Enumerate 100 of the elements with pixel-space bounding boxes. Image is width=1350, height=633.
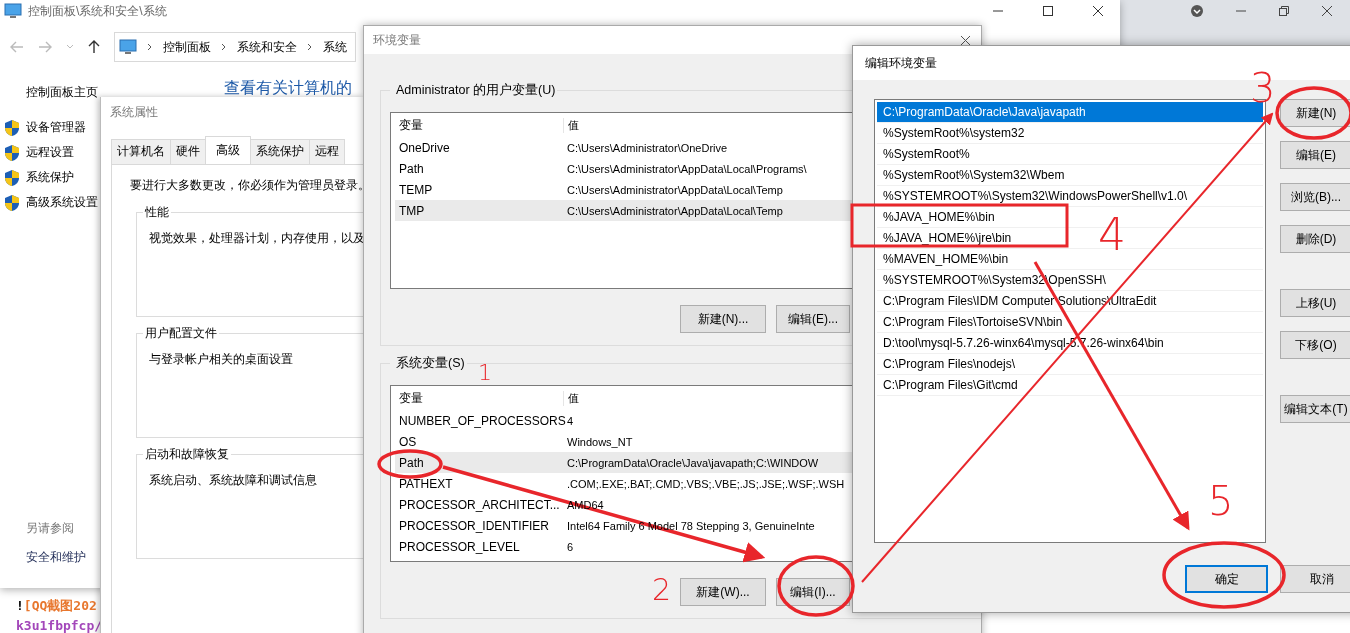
code-text: ! [16,598,24,613]
table-row[interactable]: OS Windows_NT [395,431,854,452]
shield-icon [4,118,20,137]
chevron-icon [307,43,313,51]
tab[interactable]: 硬件 [170,139,206,164]
sidebar-link[interactable]: 控制面板主页 [4,84,98,101]
close-icon[interactable] [960,34,971,46]
sidebar-link[interactable]: 远程设置 [26,144,74,161]
dialog-button[interactable]: 新建(W)... [680,578,766,606]
variable-name: Path [398,161,425,176]
dialog-button[interactable]: 删除(D) [1280,225,1350,253]
column-header: 变量 [398,116,424,134]
dialog-button[interactable]: 新建(N)... [680,305,766,333]
chevron-icon [147,43,153,51]
dialog-button[interactable]: 编辑文本(T) [1280,395,1350,423]
address-bar[interactable]: 控制面板 系统和安全 系统 [114,32,356,62]
variable-value: C:\Users\Administrator\AppData\Local\Temp [566,204,783,217]
group-title: 用户配置文件 [143,325,219,342]
column-header: 值 [563,390,579,406]
window-title: 环境变量 [373,31,421,49]
sidebar-link[interactable]: 安全和维护 [4,549,98,566]
table-row[interactable]: NUMBER_OF_PROCESSORS4 [395,410,854,431]
dialog-button[interactable]: 编辑(E)... [776,305,850,333]
computer-icon [4,3,22,19]
sidebar-link[interactable]: 设备管理器 [26,119,86,136]
step-number: 2 [652,572,672,607]
variable-value: C:\ProgramData\Oracle\Java\javapath;C:\WINDOW [566,456,819,469]
variable-name: TMP [398,203,426,218]
path-entry[interactable]: C:\Program Files\TortoiseSVN\bin [877,312,1263,333]
path-entry[interactable]: %MAVEN_HOME%\bin [877,249,1263,270]
chevron-icon [221,43,227,51]
sidebar-link[interactable]: 高级系统设置 [26,194,98,211]
group-description: 视觉效果，处理器计划，内存使用，以及 [149,231,365,246]
path-entry[interactable]: C:\ProgramData\Oracle\Java\javapath [877,102,1263,123]
maximize-icon[interactable] [1042,5,1054,17]
variable-name: TEMP [398,182,434,197]
table-row[interactable]: PATHEXT .COM;.EXE;.BAT;.CMD;.VBS;.VBE;.JS;.JSE;.WSF;.WSH [395,473,854,494]
window-title: 编辑环境变量 [865,54,937,72]
group-description: 系统启动、系统故障和调试信息 [149,473,318,488]
group-title: 启动和故障恢复 [143,446,231,463]
window-title: 系统属性 [110,103,158,121]
tab[interactable]: 远程 [309,139,345,164]
variable-value: Windows_NT [566,435,633,448]
dialog-button[interactable]: 浏览(B)... [1280,183,1350,211]
variable-name: PROCESSOR_LEVEL [398,539,521,554]
group-title: Administrator 的用户变量(U) [390,82,558,99]
group-title: 系统变量(S) [390,355,467,372]
variable-name: PATHEXT [398,476,454,491]
column-header: 变量 [398,389,424,407]
variable-value: C:\Users\Administrator\AppData\Local\Temp [566,183,783,196]
table-row[interactable]: Path C:\Users\Administrator\AppData\Local\Programs\ [395,158,854,179]
table-row[interactable]: Path C:\ProgramData\Oracle\Java\javapath;C:\WINDOW [395,452,854,473]
path-entry[interactable]: %SystemRoot%\system32 [877,123,1263,144]
breadcrumb-item[interactable]: 系统 [323,38,347,56]
breadcrumb-item[interactable]: 系统和安全 [237,38,297,56]
variable-name: PROCESSOR_IDENTIFIER [398,518,551,533]
path-entry[interactable]: %SystemRoot% [877,144,1263,165]
annotation-circle [377,449,443,479]
code-text: [QQ截图202 [23,598,97,613]
path-entry[interactable]: C:\Program Files\Git\cmd [877,375,1263,396]
dialog-button[interactable]: 下移(O) [1280,331,1350,359]
path-entry[interactable]: %SYSTEMROOT%\System32\WindowsPowerShell\v1.0\ [877,186,1263,207]
computer-icon [119,39,137,55]
dialog-button[interactable]: 取消 [1280,565,1350,593]
breadcrumb-item[interactable]: 控制面板 [163,38,211,56]
step-number: 1 [478,360,492,385]
sidebar-link[interactable]: 系统保护 [26,169,74,186]
dialog-button[interactable]: 确定 [1185,565,1269,593]
shield-icon [4,193,20,212]
restore-icon[interactable] [1278,5,1290,17]
window-title: 控制面板\系统和安全\系统 [28,2,167,20]
close-icon[interactable] [1092,5,1104,17]
table-row[interactable]: TEMP C:\Users\Administrator\AppData\Local\Temp [395,179,854,200]
path-entry[interactable]: C:\Program Files\nodejs\ [877,354,1263,375]
group-title: 性能 [143,204,171,221]
close-icon[interactable] [1321,5,1333,17]
table-row[interactable]: OneDrive C:\Users\Administrator\OneDrive [395,137,854,158]
shield-icon [4,168,20,187]
path-entry[interactable]: %SystemRoot%\System32\Wbem [877,165,1263,186]
column-header: 值 [563,117,579,133]
variable-value: 4 [566,414,574,427]
variable-name: PROCESSOR_ARCHITECT... [398,497,561,512]
info-text: 要进行大多数更改，你必须作为管理员登录。 [130,178,365,193]
variable-name: Path [398,455,425,470]
step-number: 5 [1208,478,1234,524]
tab[interactable]: 计算机名 [111,139,171,164]
code-text: k3u1fbpfcp/ [16,618,103,633]
dialog-button[interactable]: 新建(N) [1280,99,1350,127]
tab[interactable]: 系统保护 [250,139,310,164]
table-row[interactable]: TMP C:\Users\Administrator\AppData\Local\Temp [395,200,854,221]
table-row[interactable]: PROCESSOR_LEVEL 6 [395,536,854,557]
variable-value: C:\Users\Administrator\AppData\Local\Programs\ [566,162,807,175]
dialog-button[interactable]: 编辑(E) [1280,141,1350,169]
dialog-button[interactable]: 编辑(I)... [776,578,850,606]
variable-name: OneDrive [398,140,451,155]
variable-value: .COM;.EXE;.BAT;.CMD;.VBS;.VBE;.JS;.JSE;.WSF;.WSH [566,477,845,490]
variable-name: NUMBER_OF_PROCESSORS [398,413,563,428]
dialog-button[interactable]: 上移(U) [1280,289,1350,317]
variable-value: C:\Users\Administrator\OneDrive [566,141,728,154]
up-arrow-icon[interactable] [88,40,100,54]
